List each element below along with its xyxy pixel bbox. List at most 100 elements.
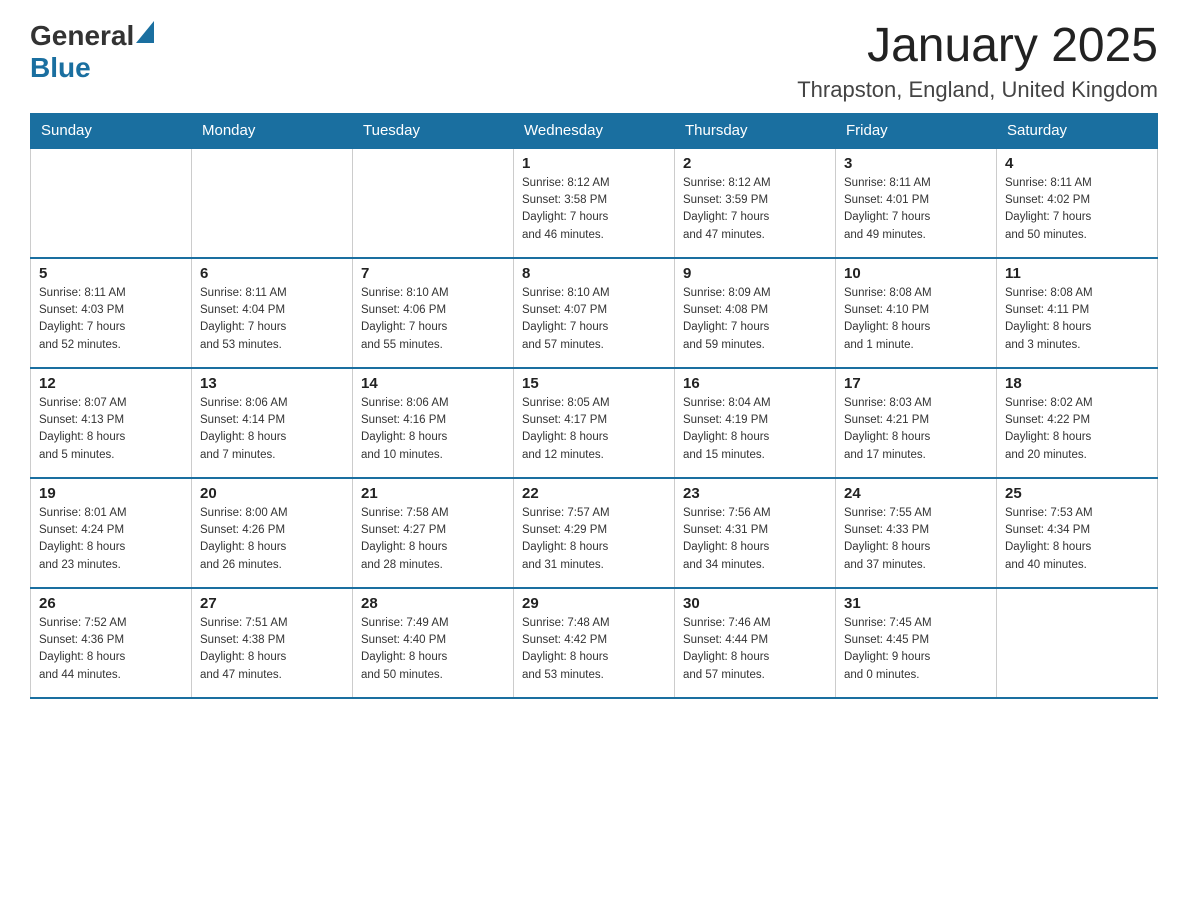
day-number: 23 [683, 485, 827, 502]
day-info: Sunrise: 8:01 AM Sunset: 4:24 PM Dayligh… [39, 505, 183, 574]
calendar-cell: 17 Sunrise: 8:03 AM Sunset: 4:21 PM Dayli… [836, 368, 997, 478]
day-number: 6 [200, 265, 344, 282]
day-info: Sunrise: 8:03 AM Sunset: 4:21 PM Dayligh… [844, 395, 988, 464]
calendar-cell [353, 148, 514, 258]
day-number: 29 [522, 595, 666, 612]
day-number: 21 [361, 485, 505, 502]
day-number: 31 [844, 595, 988, 612]
day-info: Sunrise: 8:10 AM Sunset: 4:06 PM Dayligh… [361, 285, 505, 354]
day-number: 19 [39, 485, 183, 502]
calendar-table: SundayMondayTuesdayWednesdayThursdayFrid… [30, 113, 1158, 699]
calendar-cell: 14 Sunrise: 8:06 AM Sunset: 4:16 PM Dayli… [353, 368, 514, 478]
day-number: 22 [522, 485, 666, 502]
day-info: Sunrise: 7:51 AM Sunset: 4:38 PM Dayligh… [200, 615, 344, 684]
calendar-cell: 21 Sunrise: 7:58 AM Sunset: 4:27 PM Dayli… [353, 478, 514, 588]
day-info: Sunrise: 8:06 AM Sunset: 4:14 PM Dayligh… [200, 395, 344, 464]
day-number: 13 [200, 375, 344, 392]
calendar-cell: 7 Sunrise: 8:10 AM Sunset: 4:06 PM Daylig… [353, 258, 514, 368]
day-info: Sunrise: 8:05 AM Sunset: 4:17 PM Dayligh… [522, 395, 666, 464]
day-number: 30 [683, 595, 827, 612]
day-info: Sunrise: 7:57 AM Sunset: 4:29 PM Dayligh… [522, 505, 666, 574]
calendar-cell: 22 Sunrise: 7:57 AM Sunset: 4:29 PM Dayli… [514, 478, 675, 588]
calendar-cell [997, 588, 1158, 698]
calendar-cell: 1 Sunrise: 8:12 AM Sunset: 3:58 PM Daylig… [514, 148, 675, 258]
calendar-header-row: SundayMondayTuesdayWednesdayThursdayFrid… [31, 113, 1158, 148]
day-info: Sunrise: 8:10 AM Sunset: 4:07 PM Dayligh… [522, 285, 666, 354]
calendar-cell: 18Sunrise: 8:02 AM Sunset: 4:22 PM Dayli… [997, 368, 1158, 478]
day-number: 3 [844, 155, 988, 172]
day-info: Sunrise: 8:11 AM Sunset: 4:01 PM Dayligh… [844, 175, 988, 244]
calendar-cell: 16Sunrise: 8:04 AM Sunset: 4:19 PM Dayli… [675, 368, 836, 478]
day-number: 18 [1005, 375, 1149, 392]
day-info: Sunrise: 7:49 AM Sunset: 4:40 PM Dayligh… [361, 615, 505, 684]
day-info: Sunrise: 8:07 AM Sunset: 4:13 PM Dayligh… [39, 395, 183, 464]
day-number: 8 [522, 265, 666, 282]
logo-general-text: General [30, 20, 134, 52]
day-number: 9 [683, 265, 827, 282]
calendar-cell: 6 Sunrise: 8:11 AM Sunset: 4:04 PM Daylig… [192, 258, 353, 368]
day-info: Sunrise: 8:11 AM Sunset: 4:03 PM Dayligh… [39, 285, 183, 354]
calendar-header-thursday: Thursday [675, 113, 836, 148]
calendar-cell: 10 Sunrise: 8:08 AM Sunset: 4:10 PM Dayli… [836, 258, 997, 368]
calendar-cell: 4 Sunrise: 8:11 AM Sunset: 4:02 PM Daylig… [997, 148, 1158, 258]
calendar-cell: 12 Sunrise: 8:07 AM Sunset: 4:13 PM Dayli… [31, 368, 192, 478]
location-subtitle: Thrapston, England, United Kingdom [797, 77, 1158, 103]
calendar-cell: 28 Sunrise: 7:49 AM Sunset: 4:40 PM Dayli… [353, 588, 514, 698]
calendar-cell: 15 Sunrise: 8:05 AM Sunset: 4:17 PM Dayli… [514, 368, 675, 478]
calendar-cell: 24 Sunrise: 7:55 AM Sunset: 4:33 PM Dayli… [836, 478, 997, 588]
calendar-cell: 5 Sunrise: 8:11 AM Sunset: 4:03 PM Daylig… [31, 258, 192, 368]
calendar-cell: 19 Sunrise: 8:01 AM Sunset: 4:24 PM Dayli… [31, 478, 192, 588]
calendar-cell: 27 Sunrise: 7:51 AM Sunset: 4:38 PM Dayli… [192, 588, 353, 698]
day-number: 15 [522, 375, 666, 392]
day-number: 7 [361, 265, 505, 282]
day-info: Sunrise: 8:04 AM Sunset: 4:19 PM Dayligh… [683, 395, 827, 464]
calendar-cell: 13 Sunrise: 8:06 AM Sunset: 4:14 PM Dayli… [192, 368, 353, 478]
day-info: Sunrise: 8:08 AM Sunset: 4:11 PM Dayligh… [1005, 285, 1149, 354]
day-info: Sunrise: 7:46 AM Sunset: 4:44 PM Dayligh… [683, 615, 827, 684]
day-info: Sunrise: 8:12 AM Sunset: 3:58 PM Dayligh… [522, 175, 666, 244]
day-info: Sunrise: 8:11 AM Sunset: 4:04 PM Dayligh… [200, 285, 344, 354]
calendar-week-row: 1 Sunrise: 8:12 AM Sunset: 3:58 PM Daylig… [31, 148, 1158, 258]
day-number: 1 [522, 155, 666, 172]
day-info: Sunrise: 8:11 AM Sunset: 4:02 PM Dayligh… [1005, 175, 1149, 244]
day-info: Sunrise: 8:06 AM Sunset: 4:16 PM Dayligh… [361, 395, 505, 464]
day-info: Sunrise: 7:58 AM Sunset: 4:27 PM Dayligh… [361, 505, 505, 574]
calendar-cell: 2Sunrise: 8:12 AM Sunset: 3:59 PM Daylig… [675, 148, 836, 258]
calendar-cell [31, 148, 192, 258]
day-number: 10 [844, 265, 988, 282]
calendar-cell: 8 Sunrise: 8:10 AM Sunset: 4:07 PM Daylig… [514, 258, 675, 368]
calendar-header-tuesday: Tuesday [353, 113, 514, 148]
day-number: 26 [39, 595, 183, 612]
day-info: Sunrise: 8:08 AM Sunset: 4:10 PM Dayligh… [844, 285, 988, 354]
day-number: 4 [1005, 155, 1149, 172]
day-number: 14 [361, 375, 505, 392]
calendar-cell: 25Sunrise: 7:53 AM Sunset: 4:34 PM Dayli… [997, 478, 1158, 588]
month-title: January 2025 [797, 20, 1158, 73]
page-header: General Blue January 2025 Thrapston, Eng… [30, 20, 1158, 103]
calendar-cell [192, 148, 353, 258]
calendar-cell: 3 Sunrise: 8:11 AM Sunset: 4:01 PM Daylig… [836, 148, 997, 258]
calendar-week-row: 5 Sunrise: 8:11 AM Sunset: 4:03 PM Daylig… [31, 258, 1158, 368]
calendar-cell: 31 Sunrise: 7:45 AM Sunset: 4:45 PM Dayli… [836, 588, 997, 698]
day-number: 27 [200, 595, 344, 612]
calendar-cell: 26Sunrise: 7:52 AM Sunset: 4:36 PM Dayli… [31, 588, 192, 698]
day-number: 20 [200, 485, 344, 502]
day-info: Sunrise: 7:45 AM Sunset: 4:45 PM Dayligh… [844, 615, 988, 684]
day-number: 28 [361, 595, 505, 612]
day-info: Sunrise: 7:55 AM Sunset: 4:33 PM Dayligh… [844, 505, 988, 574]
day-number: 17 [844, 375, 988, 392]
day-number: 24 [844, 485, 988, 502]
calendar-week-row: 12 Sunrise: 8:07 AM Sunset: 4:13 PM Dayli… [31, 368, 1158, 478]
calendar-header-monday: Monday [192, 113, 353, 148]
day-number: 5 [39, 265, 183, 282]
title-area: January 2025 Thrapston, England, United … [797, 20, 1158, 103]
day-number: 12 [39, 375, 183, 392]
calendar-cell: 30 Sunrise: 7:46 AM Sunset: 4:44 PM Dayli… [675, 588, 836, 698]
day-info: Sunrise: 7:53 AM Sunset: 4:34 PM Dayligh… [1005, 505, 1149, 574]
calendar-header-friday: Friday [836, 113, 997, 148]
calendar-header-sunday: Sunday [31, 113, 192, 148]
calendar-header-saturday: Saturday [997, 113, 1158, 148]
logo-triangle-icon [136, 21, 154, 43]
day-info: Sunrise: 8:12 AM Sunset: 3:59 PM Dayligh… [683, 175, 827, 244]
calendar-cell: 23Sunrise: 7:56 AM Sunset: 4:31 PM Dayli… [675, 478, 836, 588]
